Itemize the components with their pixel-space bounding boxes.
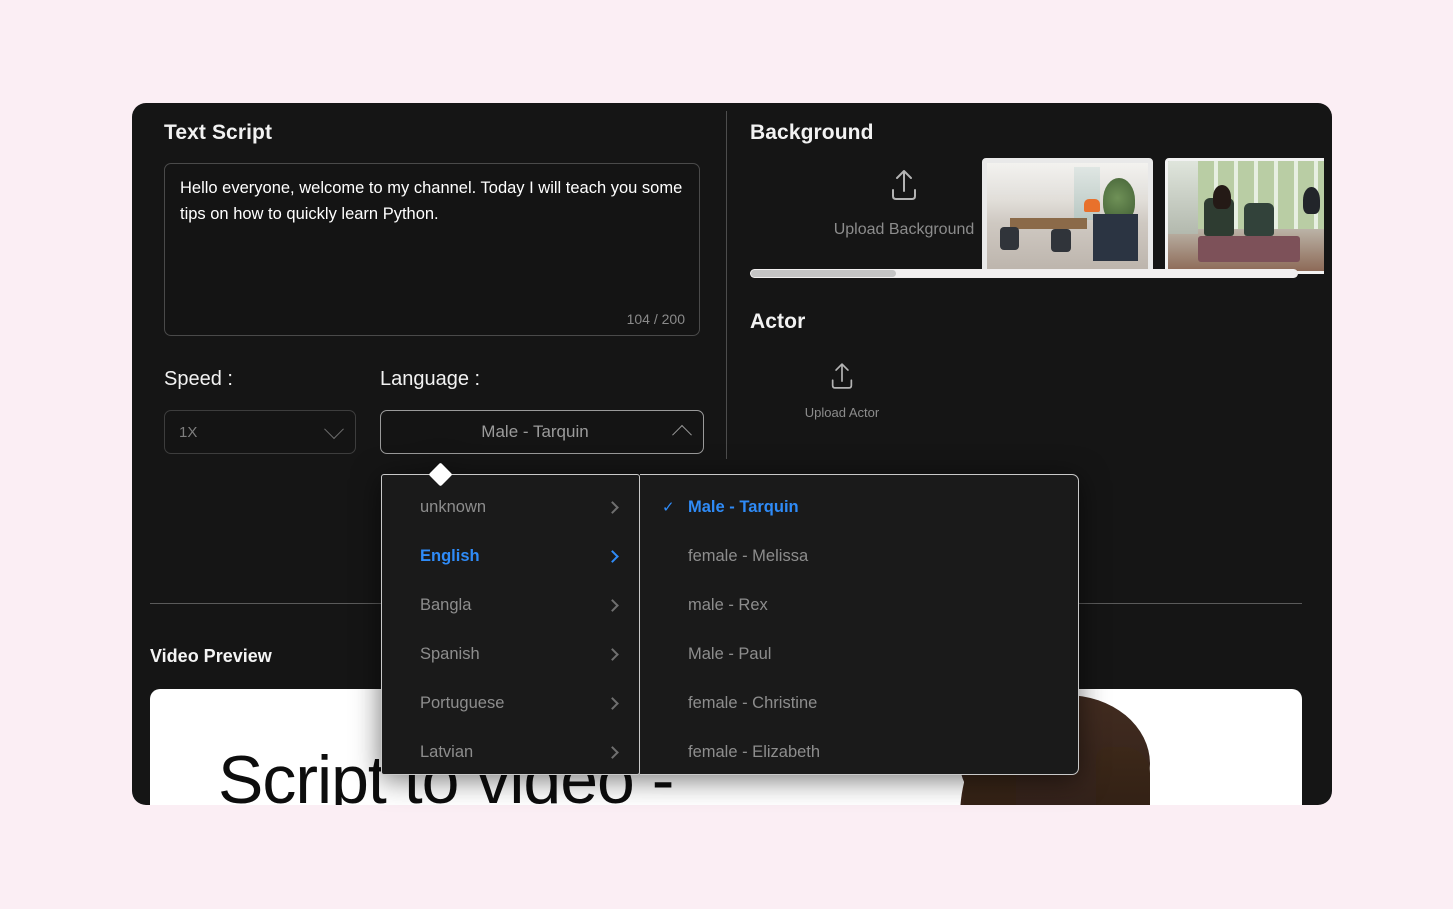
voice-item-female-elizabeth[interactable]: female - Elizabeth: [640, 728, 1078, 777]
language-item-english[interactable]: English: [382, 532, 639, 581]
background-scrollbar-thumb[interactable]: [751, 270, 896, 277]
vertical-divider: [726, 111, 727, 459]
language-item-label: English: [420, 547, 480, 565]
chevron-right-icon: [606, 697, 619, 710]
language-item-latvian[interactable]: Latvian: [382, 728, 639, 777]
language-item-portuguese[interactable]: Portuguese: [382, 679, 639, 728]
voice-list[interactable]: ✓ Male - Tarquin female - Melissa male -…: [640, 474, 1079, 775]
meeting-lounge-image: [1168, 161, 1324, 271]
chevron-down-icon: [324, 419, 344, 440]
chevron-up-icon: [672, 424, 692, 445]
speed-select-value: 1X: [179, 423, 198, 441]
language-list[interactable]: unknown English Bangla Spanish Portugues…: [381, 474, 640, 775]
language-voice-dropdown[interactable]: unknown English Bangla Spanish Portugues…: [381, 462, 1079, 775]
check-icon: ✓: [662, 499, 675, 516]
language-item-label: Bangla: [420, 596, 472, 614]
voice-item-female-christine[interactable]: female - Christine: [640, 679, 1078, 728]
language-item-label: Spanish: [420, 645, 480, 663]
language-item-spanish[interactable]: Spanish: [382, 630, 639, 679]
voice-item-female-melissa[interactable]: female - Melissa: [640, 532, 1078, 581]
text-script-title: Text Script: [164, 121, 273, 144]
actor-title: Actor: [750, 310, 806, 333]
chevron-right-icon: [606, 746, 619, 759]
video-preview-title: Video Preview: [150, 646, 272, 666]
voice-item-label: male - Rex: [688, 596, 768, 614]
office-desks-image: [987, 163, 1148, 269]
background-thumbnail-office-desks[interactable]: [982, 158, 1153, 274]
voice-item-male-rex[interactable]: male - Rex: [640, 581, 1078, 630]
chevron-right-icon: [606, 648, 619, 661]
upload-actor-button[interactable]: Upload Actor: [772, 359, 912, 420]
language-item-bangla[interactable]: Bangla: [382, 581, 639, 630]
voice-item-male-paul[interactable]: Male - Paul: [640, 630, 1078, 679]
background-thumbnail-strip[interactable]: [982, 158, 1324, 274]
voice-item-label: Male - Paul: [688, 645, 772, 663]
voice-item-label: Male - Tarquin: [688, 498, 799, 516]
language-item-unknown[interactable]: unknown: [382, 483, 639, 532]
voice-item-label: female - Christine: [688, 694, 818, 712]
background-thumbnail-meeting-lounge[interactable]: [1165, 158, 1324, 274]
voice-item-label: female - Melissa: [688, 547, 809, 565]
language-item-label: unknown: [420, 498, 487, 516]
language-label: Language :: [380, 368, 481, 390]
upload-background-button[interactable]: Upload Background: [804, 165, 1004, 239]
language-item-label: Latvian: [420, 743, 474, 761]
upload-icon: [831, 363, 853, 389]
chevron-right-icon: [606, 599, 619, 612]
script-textarea[interactable]: Hello everyone, welcome to my channel. T…: [164, 163, 700, 336]
upload-background-label: Upload Background: [833, 221, 975, 238]
language-select[interactable]: Male - Tarquin: [380, 410, 704, 454]
right-panel: Background Upload Background Actor Uploa…: [742, 103, 1324, 463]
upload-icon: [892, 170, 916, 200]
script-text-value: Hello everyone, welcome to my channel. T…: [180, 179, 683, 223]
speed-label: Speed :: [164, 368, 233, 390]
background-scrollbar[interactable]: [750, 269, 1298, 278]
language-select-value: Male - Tarquin: [481, 422, 589, 441]
chevron-right-icon: [606, 550, 619, 563]
language-item-label: Portuguese: [420, 694, 505, 712]
upload-actor-label: Upload Actor: [804, 405, 880, 420]
voice-item-male-tarquin[interactable]: ✓ Male - Tarquin: [640, 483, 1078, 532]
character-counter: 104 / 200: [626, 311, 685, 327]
voice-item-label: female - Elizabeth: [688, 743, 821, 761]
chevron-right-icon: [606, 501, 619, 514]
speed-select[interactable]: 1X: [164, 410, 356, 454]
background-title: Background: [750, 121, 874, 144]
